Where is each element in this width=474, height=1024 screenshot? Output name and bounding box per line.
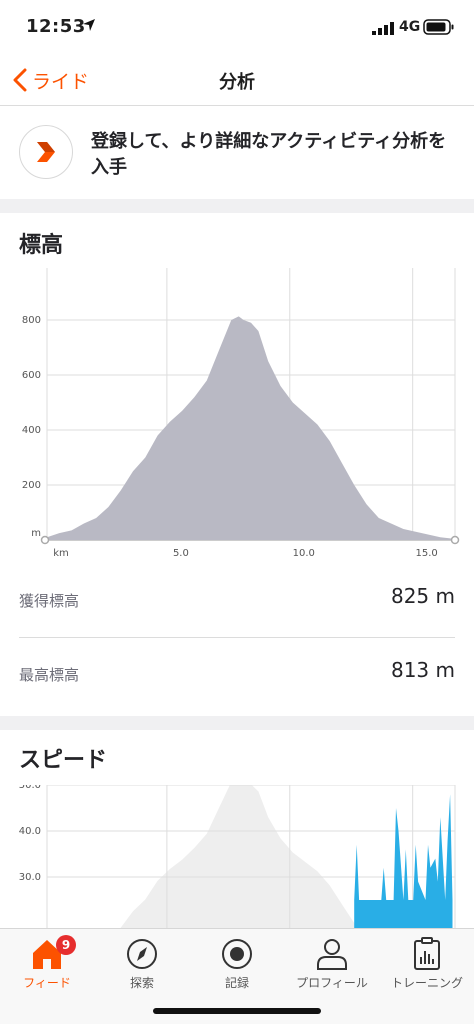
upgrade-promo-banner[interactable]: 登録して、より詳細なアクティビティ分析を入手 [0, 107, 474, 199]
elevation-chart: 200 400 600 800 5.0 10.0 15.0 m km [22, 268, 460, 559]
signal-icon [372, 22, 394, 35]
stat-value: 825 m [390, 584, 455, 608]
elevation-area [47, 316, 453, 540]
y-tick-label: 600 [22, 370, 41, 381]
speed-title: スピード [19, 748, 108, 773]
y-tick-label: 50.0 [19, 785, 41, 791]
tab-profile[interactable]: プロフィール [285, 933, 379, 993]
tab-label: プロフィール [296, 976, 368, 990]
range-end-handle[interactable] [450, 535, 460, 545]
speed-chart: 30.0 40.0 50.0 [19, 785, 456, 928]
y-tick-label: 400 [22, 425, 41, 436]
tab-training[interactable]: トレーニング [380, 933, 474, 993]
tab-label: 探索 [129, 976, 154, 990]
person-icon [317, 939, 347, 970]
home-indicator [153, 1008, 321, 1014]
tab-explore[interactable]: 探索 [95, 933, 189, 993]
y-tick-label: 800 [22, 315, 41, 326]
tab-label: フィード [23, 976, 71, 990]
status-time: 12:53 [26, 16, 86, 37]
y-tick-label: 200 [22, 480, 41, 491]
stat-row-max-elevation: 最高標高 813 m [0, 638, 474, 712]
section-divider [0, 199, 474, 213]
x-tick-label: 15.0 [416, 548, 438, 559]
training-log-icon [414, 937, 440, 970]
tab-record[interactable]: 記録 [190, 933, 284, 993]
range-start-handle[interactable] [40, 535, 50, 545]
y-tick-label: 40.0 [19, 826, 41, 837]
stat-row-elevation-gain: 獲得標高 825 m [0, 564, 474, 638]
stat-label: 獲得標高 [19, 592, 80, 610]
network-type: 4G [399, 19, 421, 35]
elevation-title: 標高 [19, 233, 64, 258]
speed-card: スピード 30.0 40.0 50.0 [0, 730, 474, 928]
tab-label: トレーニング [390, 976, 463, 990]
location-arrow-icon [83, 19, 95, 31]
stat-label: 最高標高 [19, 666, 80, 684]
notification-badge: 9 [56, 935, 76, 955]
section-divider [0, 716, 474, 730]
record-icon [222, 939, 252, 969]
x-axis-unit: km [53, 548, 69, 559]
chevron-logo-icon [37, 142, 55, 162]
page-title: 分析 [219, 72, 255, 93]
strava-logo [19, 125, 73, 179]
status-bar: 12:53 4G [0, 0, 474, 52]
y-axis-unit: m [31, 528, 41, 539]
y-tick-label: 30.0 [19, 872, 41, 883]
x-tick-label: 5.0 [173, 548, 189, 559]
elevation-card: 標高 200 400 600 800 5.0 10.0 15.0 m km 獲得標高 825 m… [0, 213, 474, 716]
x-tick-label: 10.0 [293, 548, 315, 559]
navigation-bar: ライド 分析 [0, 52, 474, 106]
promo-text: 登録して、より詳細なアクティビティ分析を入手 [91, 131, 447, 178]
battery-icon [423, 19, 454, 35]
stat-value: 813 m [390, 658, 455, 682]
compass-icon [127, 939, 157, 969]
speed-area [354, 794, 453, 928]
tab-label: 記録 [224, 976, 249, 990]
tab-feed[interactable]: 9 フィード [0, 933, 94, 993]
